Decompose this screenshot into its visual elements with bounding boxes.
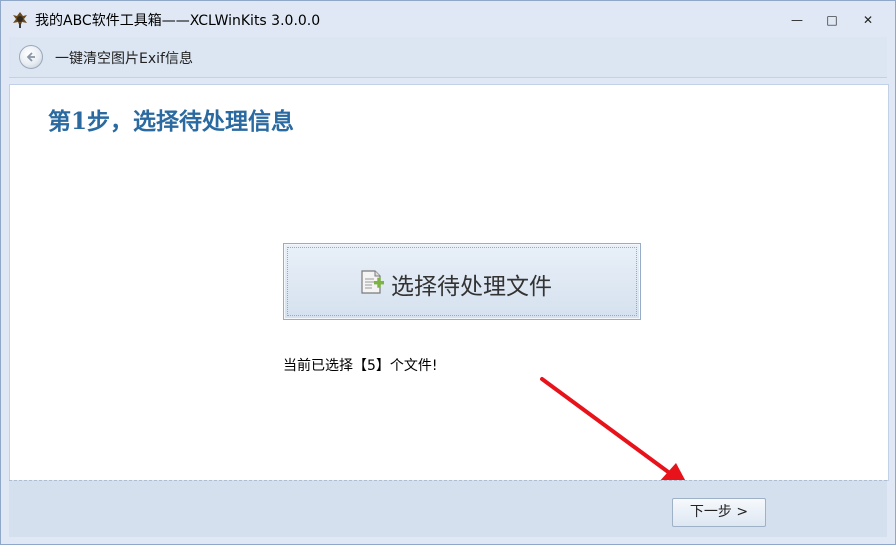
back-arrow-icon[interactable] — [19, 45, 43, 69]
add-file-icon — [360, 269, 384, 295]
step-title: 第1步，选择待处理信息 — [48, 108, 295, 135]
breadcrumb: 一键清空图片Exif信息 — [9, 37, 887, 78]
window-title: 我的ABC软件工具箱——XCLWinKits 3.0.0.0 — [35, 13, 321, 29]
select-files-label: 选择待处理文件 — [391, 274, 552, 300]
selection-status: 当前已选择【5】个文件! — [283, 358, 438, 374]
footer-bar: 下一步 > — [9, 480, 887, 537]
minimize-button[interactable]: — — [785, 9, 809, 31]
maximize-button[interactable]: □ — [820, 9, 844, 31]
title-bar[interactable]: 我的ABC软件工具箱——XCLWinKits 3.0.0.0 — □ ✕ — [1, 1, 895, 37]
app-window: 我的ABC软件工具箱——XCLWinKits 3.0.0.0 — □ ✕ 一键清… — [0, 0, 896, 545]
next-step-button[interactable]: 下一步 > — [672, 498, 766, 527]
main-content: 第1步，选择待处理信息 选择待处理文件 当前已选择【5】个文件! — [9, 84, 889, 493]
close-button[interactable]: ✕ — [856, 9, 880, 31]
select-files-button[interactable]: 选择待处理文件 — [283, 243, 641, 320]
page-title: 一键清空图片Exif信息 — [55, 51, 193, 67]
app-logo-icon — [11, 11, 29, 29]
